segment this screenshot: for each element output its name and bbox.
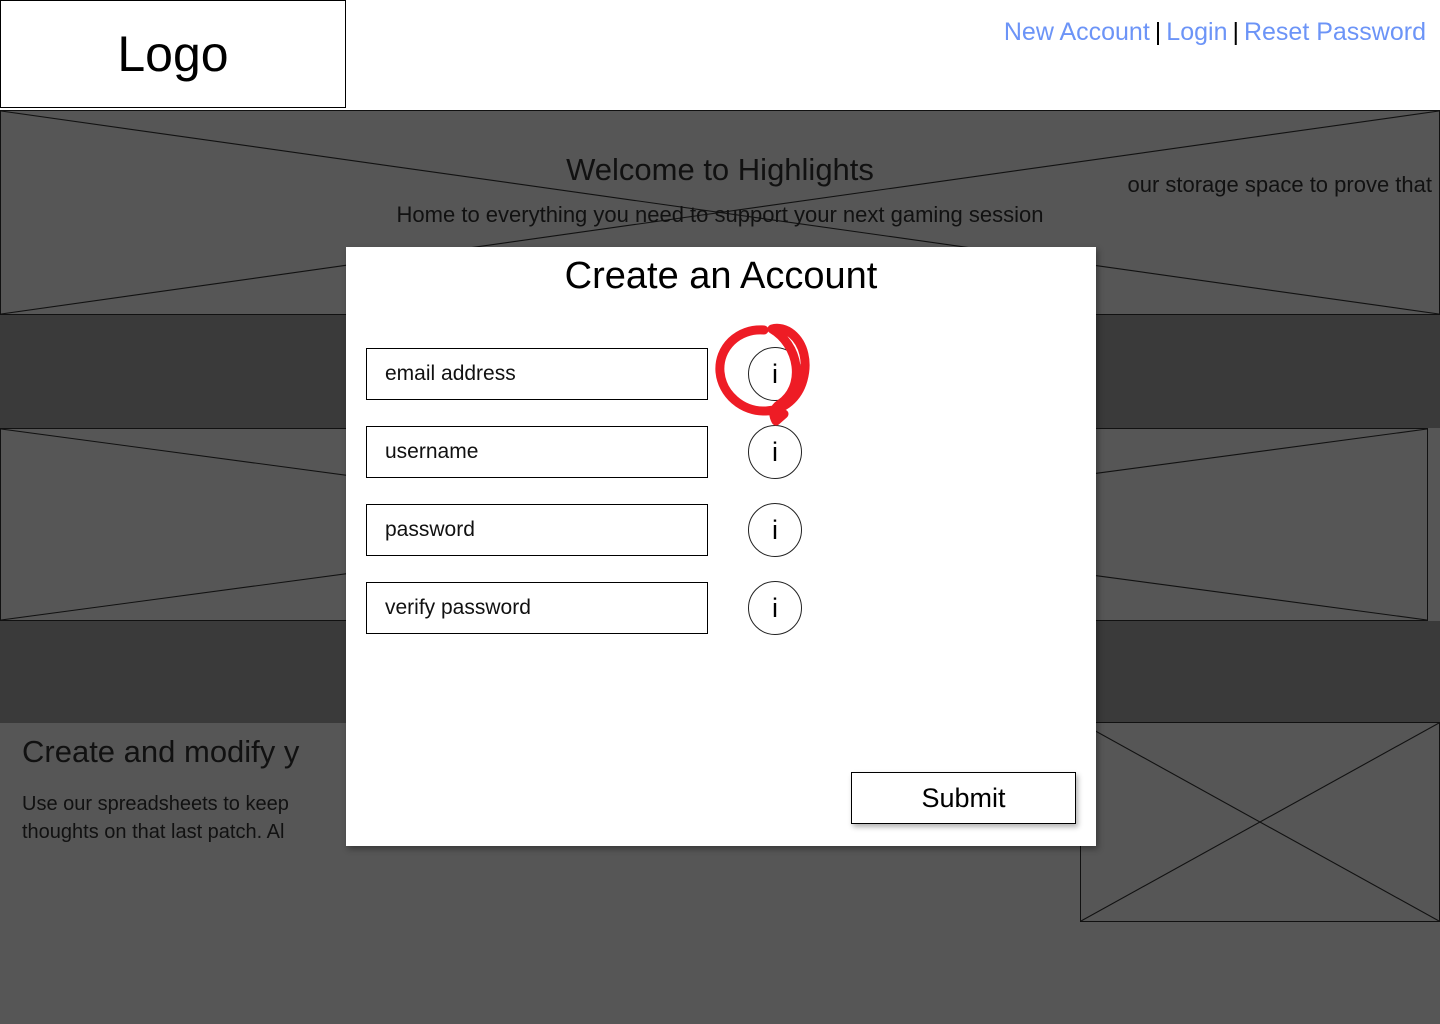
logo-label: Logo bbox=[117, 26, 229, 82]
field-row-verify-password: verify password i bbox=[366, 581, 806, 635]
create-account-modal: Create an Account email address i userna… bbox=[346, 247, 1096, 846]
verify-password-input[interactable]: verify password bbox=[366, 582, 708, 634]
lower-section-title: Create and modify y bbox=[22, 734, 300, 769]
bottom-right-image-placeholder bbox=[1080, 722, 1440, 922]
username-input[interactable]: username bbox=[366, 426, 708, 478]
email-input[interactable]: email address bbox=[366, 348, 708, 400]
nav-link-new-account[interactable]: New Account bbox=[1004, 18, 1150, 46]
nav-link-login[interactable]: Login bbox=[1166, 18, 1227, 46]
password-info-icon[interactable]: i bbox=[748, 503, 802, 557]
verify-password-info-icon[interactable]: i bbox=[748, 581, 802, 635]
password-input[interactable]: password bbox=[366, 504, 708, 556]
submit-button[interactable]: Submit bbox=[851, 772, 1076, 824]
middle-section-text: our storage space to prove that bbox=[1127, 172, 1432, 197]
modal-title: Create an Account bbox=[564, 255, 878, 297]
nav-separator: | bbox=[1232, 18, 1239, 46]
top-bar: Logo New Account | Login | Reset Password bbox=[0, 0, 1440, 110]
field-row-username: username i bbox=[366, 425, 806, 479]
hero-subtitle: Home to everything you need to support y… bbox=[396, 202, 1044, 227]
field-row-password: password i bbox=[366, 503, 806, 557]
placeholder-cross-icon bbox=[1081, 723, 1439, 921]
lower-section-body: Use our spreadsheets to keep thoughts on… bbox=[22, 793, 289, 843]
nav-link-reset-password[interactable]: Reset Password bbox=[1244, 18, 1426, 46]
nav-separator: | bbox=[1154, 18, 1162, 46]
username-info-icon[interactable]: i bbox=[748, 425, 802, 479]
email-info-icon[interactable]: i bbox=[748, 347, 802, 401]
page-root: Welcome to Highlights Home to everything… bbox=[0, 0, 1440, 1024]
logo[interactable]: Logo bbox=[0, 0, 346, 108]
field-row-email: email address i bbox=[366, 347, 806, 401]
top-nav: New Account | Login | Reset Password bbox=[1004, 18, 1426, 47]
